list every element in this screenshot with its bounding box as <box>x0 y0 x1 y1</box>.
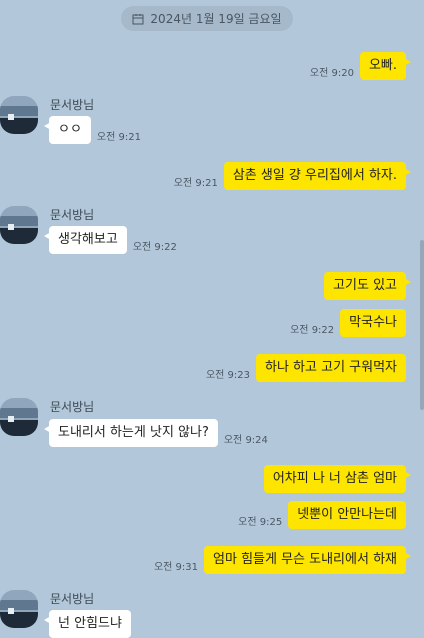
message-theirs[interactable]: 넌 안힘드냐 <box>44 610 137 638</box>
message-mine[interactable]: 오전 9:20 오빠. <box>309 52 412 80</box>
message-bubble[interactable]: 하나 하고 고기 구워먹자 <box>256 354 406 382</box>
message-bubble[interactable]: 넷뿐이 안만나는데 <box>288 501 406 529</box>
message-theirs[interactable]: ㅇㅇ 오전 9:21 <box>44 116 141 144</box>
message-bubble[interactable]: 삼촌 생일 걍 우리집에서 하자. <box>223 162 412 190</box>
profile-photo-icon <box>0 590 38 628</box>
message-bubble[interactable]: 도내리서 하는게 낫지 않나? <box>44 419 218 447</box>
message-bubble[interactable]: 생각해보고 <box>44 226 127 254</box>
calendar-icon <box>132 13 144 24</box>
avatar[interactable] <box>0 206 38 244</box>
profile-photo-icon <box>0 398 38 436</box>
avatar[interactable] <box>0 398 38 436</box>
message-bubble[interactable]: 막국수나 <box>340 309 406 337</box>
message-time: 오전 9:20 <box>309 68 354 79</box>
sender-name: 문서방님 <box>50 400 95 414</box>
message-time: 오전 9:23 <box>205 370 250 381</box>
avatar[interactable] <box>0 96 38 134</box>
date-label: 2024년 1월 19일 금요일 <box>150 12 282 26</box>
message-mine[interactable]: 어차피 나 너 삼촌 엄마 <box>258 465 412 493</box>
message-time: 오전 9:25 <box>238 517 283 528</box>
message-time: 오전 9:21 <box>96 132 141 143</box>
avatar[interactable] <box>0 590 38 628</box>
message-mine[interactable]: 오전 9:22 막국수나 <box>290 309 406 337</box>
message-time: 오전 9:24 <box>223 435 268 446</box>
sender-name: 문서방님 <box>50 592 95 606</box>
sender-name: 문서방님 <box>50 98 95 112</box>
message-time: 오전 9:22 <box>132 242 177 253</box>
message-bubble[interactable]: 넌 안힘드냐 <box>44 610 131 638</box>
message-mine[interactable]: 오전 9:25 넷뿐이 안만나는데 <box>238 501 406 529</box>
message-mine[interactable]: 고기도 있고 <box>318 272 411 300</box>
message-bubble[interactable]: 어차피 나 너 삼촌 엄마 <box>263 465 412 493</box>
sender-name: 문서방님 <box>50 208 95 222</box>
message-time: 오전 9:31 <box>153 562 199 573</box>
message-mine[interactable]: 오전 9:23 하나 하고 고기 구워먹자 <box>206 354 406 382</box>
message-theirs[interactable]: 생각해보고 오전 9:22 <box>44 226 177 254</box>
message-theirs[interactable]: 도내리서 하는게 낫지 않나? 오전 9:24 <box>44 419 268 447</box>
date-divider: 2024년 1월 19일 금요일 <box>121 6 293 31</box>
message-time: 오전 9:21 <box>173 178 218 189</box>
message-mine[interactable]: 오전 9:31 엄마 힘들게 무슨 도내리에서 하재 <box>153 546 411 574</box>
message-bubble[interactable]: 오빠. <box>359 52 412 80</box>
message-time: 오전 9:22 <box>290 325 335 336</box>
message-bubble[interactable]: 엄마 힘들게 무슨 도내리에서 하재 <box>204 546 411 574</box>
message-mine[interactable]: 오전 9:21 삼촌 생일 걍 우리집에서 하자. <box>173 162 412 190</box>
message-bubble[interactable]: 고기도 있고 <box>324 272 411 300</box>
profile-photo-icon <box>0 206 38 244</box>
message-bubble[interactable]: ㅇㅇ <box>44 116 91 144</box>
profile-photo-icon <box>0 96 38 134</box>
scrollbar[interactable] <box>420 240 424 410</box>
